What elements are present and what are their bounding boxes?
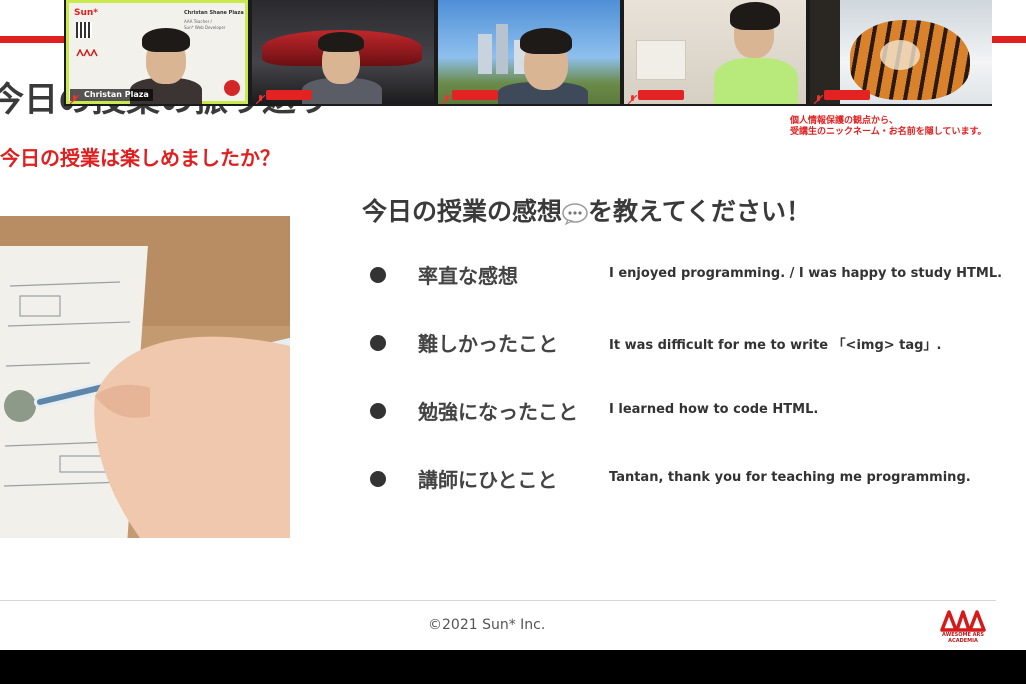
copyright-text: ©2021 Sun* Inc.: [428, 617, 546, 633]
notebook-writing-photo: [0, 216, 290, 538]
bullet-dot: [370, 403, 386, 419]
qr-code-icon: [76, 22, 92, 38]
participant-hair: [142, 28, 190, 52]
feedback-item-message: 講師にひとこと Tantan, thank you for teaching m…: [370, 464, 1010, 494]
question-text-part-2: を教えてください！: [588, 197, 812, 226]
participant-hair: [520, 28, 572, 54]
building-background: [478, 34, 492, 74]
participant-name-tag: Christan Plaza: [70, 89, 153, 101]
tile-slide-role-1: AAA Teacher /: [184, 19, 212, 24]
feedback-item-label: 講師にひとこと: [418, 468, 558, 492]
name-redaction-bar: [824, 90, 870, 100]
logo-badge-icon: [224, 80, 240, 96]
bottom-black-bar: [0, 650, 1026, 684]
feedback-item-label: 勉強になったこと: [418, 400, 578, 424]
footer-divider: [0, 600, 996, 601]
feedback-question: 今日の授業の感想 を教えてください！: [362, 192, 811, 228]
name-redaction-bar: [452, 90, 498, 100]
microphone-muted-icon: [813, 90, 824, 104]
tile-slide-brand: Sun*: [74, 8, 99, 18]
feedback-item-label: 率直な感想: [418, 264, 518, 288]
aaa-logo-icon: [76, 42, 98, 57]
bullet-dot: [370, 471, 386, 487]
privacy-note: 個人情報保護の観点から、 受講生のニックネーム・お名前を隠しています。: [790, 116, 987, 138]
building-background: [496, 24, 508, 74]
tile-slide-role-2: Sun* Web Developer: [184, 25, 226, 30]
privacy-note-line-2: 受講生のニックネーム・お名前を隠しています。: [790, 127, 987, 137]
feedback-item-difficult: 難しかったこと It was difficult for me to write…: [370, 328, 1010, 358]
participant-body: [714, 58, 798, 104]
video-tile-participant-5[interactable]: [810, 0, 992, 104]
microphone-muted-icon: [69, 90, 80, 104]
participant-hair: [730, 2, 780, 30]
logo-caption: AWESOME ARS ACADEMIA: [940, 632, 986, 644]
speech-bubble-icon: [562, 202, 588, 226]
video-tile-participant-3[interactable]: [438, 0, 620, 104]
question-text-part-1: 今日の授業の感想: [362, 197, 563, 226]
feedback-item-label: 難しかったこと: [418, 332, 558, 356]
video-tile-teacher[interactable]: Sun* Christan Shane Plaza AAA Teacher / …: [66, 0, 248, 104]
privacy-note-line-1: 個人情報保護の観点から、: [790, 116, 899, 126]
name-redaction-bar: [266, 90, 312, 100]
tile-slide-name: Christan Shane Plaza: [184, 10, 244, 16]
tiger-face: [880, 40, 920, 70]
slide-subtitle: 今日の授業は楽しめましたか？: [0, 146, 280, 170]
bullet-dot: [370, 267, 386, 283]
participant-shadow: [810, 0, 840, 104]
microphone-muted-icon: [441, 90, 452, 104]
feedback-item-learned: 勉強になったこと I learned how to code HTML.: [370, 396, 1010, 426]
feedback-item-answer: I learned how to code HTML.: [609, 402, 819, 417]
video-participant-strip: Sun* Christan Shane Plaza AAA Teacher / …: [64, 0, 992, 106]
microphone-muted-icon: [627, 90, 638, 104]
bullet-dot: [370, 335, 386, 351]
name-redaction-bar: [638, 90, 684, 100]
logo-caption-line-2: ACADEMIA: [948, 638, 978, 644]
participant-hair: [318, 32, 364, 52]
feedback-item-answer: Tantan, thank you for teaching me progra…: [609, 470, 971, 485]
video-tile-participant-2[interactable]: [252, 0, 434, 104]
notebook-writing-illustration: [0, 216, 290, 538]
feedback-item-answer: I enjoyed programming. / I was happy to …: [609, 266, 1003, 281]
room-background: [636, 40, 686, 80]
video-tile-participant-4[interactable]: [624, 0, 806, 104]
feedback-item-honest: 率直な感想 I enjoyed programming. / I was hap…: [370, 260, 1010, 290]
feedback-item-answer: It was difficult for me to write 「<img> …: [609, 338, 942, 353]
aaa-logo-icon: AWESOME ARS ACADEMIA: [940, 608, 986, 644]
microphone-muted-icon: [255, 90, 266, 104]
presentation-slide: 今日の授業の振り返り 今日の授業は楽しめましたか？ 個人情報保護の観点から、 受…: [0, 0, 1026, 650]
